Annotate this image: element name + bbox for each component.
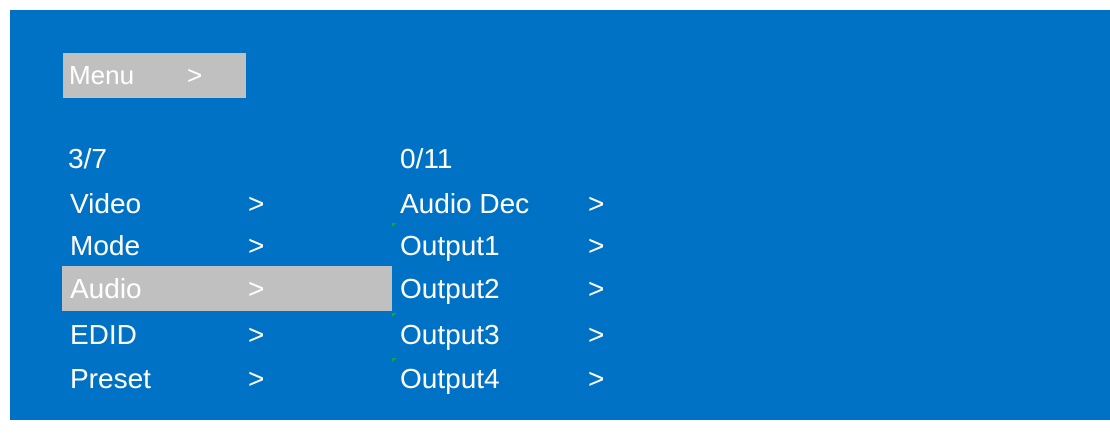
menu-title-bar[interactable]: Menu > [63, 53, 246, 98]
osd-menu-screen: Menu > 3/7 Video > Mode > Audio > EDID >… [10, 10, 1110, 420]
menu-title-arrow: > [187, 60, 203, 90]
chevron-right-icon: > [588, 363, 605, 394]
menu-title: Menu [69, 60, 135, 90]
chevron-right-icon: > [588, 188, 605, 219]
chevron-right-icon: > [248, 188, 265, 219]
chevron-right-icon: > [588, 273, 605, 304]
marker-icon [392, 313, 397, 317]
sub-menu-item-label: Output2 [400, 273, 500, 304]
main-menu-item-label: EDID [70, 319, 137, 350]
marker-icon [392, 223, 397, 227]
sub-menu-item-label: Output4 [400, 363, 500, 394]
sub-menu-item-label: Output3 [400, 319, 500, 350]
chevron-right-icon: > [588, 230, 605, 261]
marker-icon [392, 358, 397, 362]
chevron-right-icon: > [248, 363, 265, 394]
sub-menu-counter: 0/11 [400, 143, 453, 174]
sub-menu-item-label: Output1 [400, 230, 500, 261]
chevron-right-icon: > [248, 273, 265, 304]
chevron-right-icon: > [588, 319, 605, 350]
chevron-right-icon: > [248, 230, 265, 261]
main-menu-item-label: Video [70, 188, 142, 219]
main-menu-item-label: Audio [70, 273, 142, 304]
main-menu-item-label: Mode [70, 230, 141, 261]
sub-menu-item-label: Audio Dec [400, 188, 530, 219]
main-menu-counter: 3/7 [68, 143, 107, 174]
chevron-right-icon: > [248, 319, 265, 350]
main-menu-item-label: Preset [70, 363, 151, 394]
